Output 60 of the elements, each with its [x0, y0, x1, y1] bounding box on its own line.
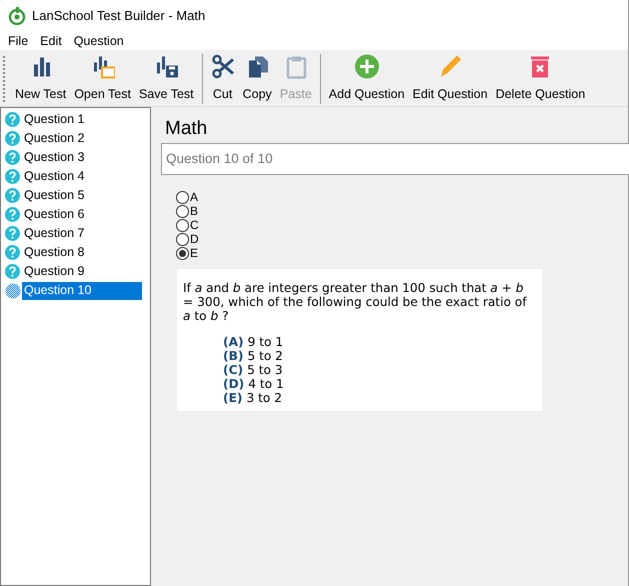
help-icon	[5, 188, 20, 203]
choice-text: 4 to 1	[248, 377, 284, 391]
help-icon	[5, 245, 20, 260]
answer-label: D	[190, 231, 199, 248]
choice-text: 9 to 1	[248, 335, 284, 349]
menu-item[interactable]: Question	[68, 32, 129, 50]
help-icon	[5, 169, 20, 184]
test-title: Math	[164, 117, 208, 141]
choice-text: 3 to 2	[246, 391, 282, 405]
question-text: If a and b are integers greater than 100 such that a + b = 300, which of the following could be the exact ratio of a to b ?	[183, 281, 528, 323]
question-list-item[interactable]: Question 9	[22, 262, 86, 280]
pencil-icon	[438, 54, 462, 80]
question-counter-field[interactable]: Question 10 of 10	[161, 143, 629, 175]
toolbar-button[interactable]: Open Test	[70, 52, 135, 106]
window-title: LanSchool Test Builder - Math	[32, 7, 206, 26]
toolbar-button[interactable]: Save Test	[134, 52, 198, 106]
menu-item[interactable]: File	[3, 32, 34, 50]
help-icon	[5, 150, 20, 165]
help-icon	[5, 207, 20, 222]
radio-button[interactable]	[176, 218, 189, 232]
answer-label: A	[190, 189, 198, 206]
toolbar-button[interactable]: Add Question	[324, 52, 409, 106]
toolbar-button[interactable]: Edit Question	[408, 52, 492, 106]
answer-label: E	[190, 245, 198, 262]
checker-icon	[5, 282, 21, 298]
choice-letter: (D)	[223, 377, 244, 391]
answer-label: C	[190, 217, 199, 234]
choice-letter: (B)	[223, 349, 244, 363]
question-list-item[interactable]: Question 3	[22, 148, 86, 166]
toolbar-button[interactable]: Cut	[206, 52, 239, 106]
choice-text: 5 to 3	[247, 363, 283, 377]
app-logo-icon	[8, 7, 26, 25]
help-icon	[5, 264, 20, 279]
scissors-icon	[210, 54, 235, 80]
toolbar-button[interactable]: Delete Question	[492, 52, 590, 106]
help-icon	[5, 131, 20, 146]
question-list-item[interactable]: Question 8	[22, 244, 86, 262]
radio-button[interactable]	[176, 204, 189, 218]
question-list-item[interactable]: Question 6	[22, 206, 86, 224]
menu-item[interactable]: Edit	[35, 32, 67, 50]
radio-button[interactable]	[176, 246, 189, 260]
help-icon	[5, 112, 20, 127]
choice-letter: (C)	[223, 363, 244, 377]
answer-label: B	[190, 203, 198, 220]
choice-letter: (A)	[223, 335, 244, 349]
question-list-item[interactable]: Question 5	[22, 186, 86, 204]
radio-button[interactable]	[176, 232, 189, 246]
plus-circle-icon	[354, 54, 379, 80]
question-list-item[interactable]: Question 4	[22, 168, 86, 186]
toolbar-button[interactable]: Copy	[238, 52, 276, 106]
question-list-item[interactable]: Question 7	[22, 224, 86, 242]
question-list-item[interactable]: Question 10	[22, 282, 142, 300]
radio-button[interactable]	[176, 190, 189, 204]
question-list-item[interactable]: Question 1	[22, 110, 86, 128]
help-icon	[5, 226, 20, 241]
toolbar-button[interactable]: New Test	[11, 52, 70, 106]
choice-text: 5 to 2	[247, 349, 283, 363]
question-list-item[interactable]: Question 2	[22, 130, 86, 148]
choice-letter: (E)	[223, 391, 242, 405]
chart-disk-icon	[154, 54, 178, 80]
